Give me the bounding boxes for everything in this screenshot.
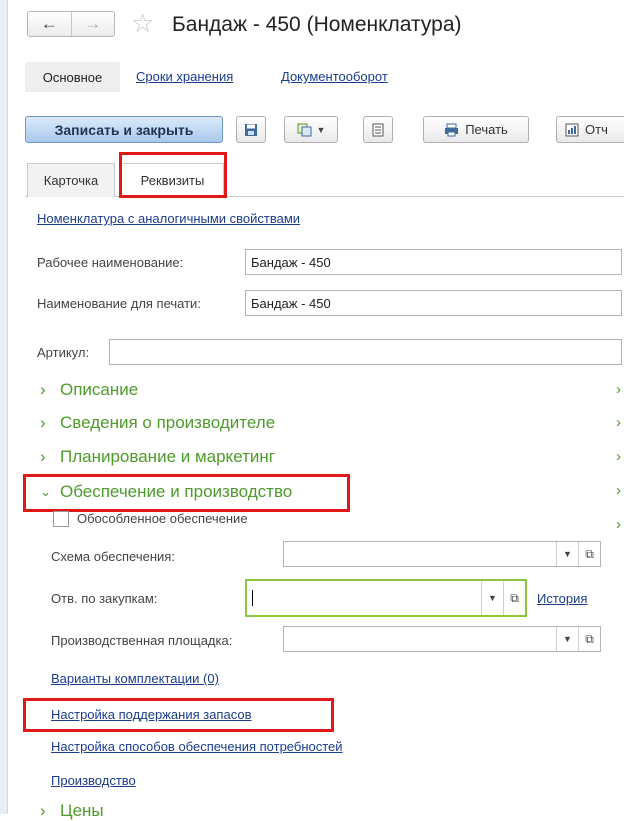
text-cursor (252, 590, 253, 606)
highlight-frame-group (23, 474, 350, 512)
star-icon[interactable]: ☆ (131, 8, 154, 39)
list-button[interactable] (363, 116, 393, 143)
navigation-buttons: ← → (27, 11, 115, 37)
printer-icon (445, 123, 459, 136)
group-prices[interactable]: › Цены (40, 801, 104, 821)
group-description-label: Описание (60, 380, 139, 399)
create-based-on-button[interactable]: ▼ (284, 116, 338, 143)
page-title: Бандаж - 450 (Номенклатура) (172, 13, 462, 36)
chevron-right-icon: › (616, 482, 621, 499)
section-document-flow[interactable]: Документооборот (281, 69, 388, 84)
production-link[interactable]: Производство (51, 773, 136, 788)
copy-document-icon (297, 123, 312, 136)
separate-supply-checkbox[interactable] (53, 511, 69, 527)
supply-methods-link[interactable]: Настройка способов обеспечения потребнос… (51, 739, 343, 754)
production-site-value (284, 627, 556, 651)
production-site-label: Производственная площадка: (51, 633, 233, 648)
reports-button[interactable]: Отч (556, 116, 624, 143)
floppy-disk-icon (245, 123, 257, 136)
open-icon[interactable]: ⧉ (578, 542, 600, 566)
reports-label: Отч (585, 122, 608, 137)
print-name-label: Наименование для печати: (37, 296, 201, 311)
tab-card[interactable]: Карточка (27, 163, 115, 197)
supply-scheme-select[interactable]: ▼ ⧉ (283, 541, 601, 567)
chevron-right-icon: › (616, 381, 621, 398)
open-icon[interactable]: ⧉ (503, 581, 525, 615)
history-link[interactable]: История (537, 591, 587, 606)
group-manufacturer-label: Сведения о производителе (60, 413, 276, 432)
back-button[interactable]: ← (28, 12, 71, 36)
group-manufacturer[interactable]: › Сведения о производителе (40, 413, 275, 433)
chevron-right-icon: › (40, 801, 46, 820)
supply-scheme-value (284, 542, 556, 566)
print-button[interactable]: Печать (423, 116, 529, 143)
highlight-frame-stock (23, 698, 334, 732)
section-main[interactable]: Основное (25, 62, 120, 92)
article-label: Артикул: (37, 345, 90, 360)
production-site-select[interactable]: ▼ ⧉ (283, 626, 601, 652)
left-panel-edge (0, 0, 8, 814)
work-name-input[interactable]: Бандаж - 450 (245, 249, 622, 275)
chevron-right-icon: › (616, 516, 621, 533)
report-icon (565, 123, 579, 136)
group-planning[interactable]: › Планирование и маркетинг (40, 447, 275, 467)
arrow-right-icon: → (84, 14, 102, 33)
list-icon (372, 123, 384, 136)
dropdown-arrow-icon[interactable]: ▼ (481, 581, 503, 615)
highlight-frame-tab (119, 152, 227, 198)
section-storage-terms[interactable]: Сроки хранения (136, 69, 233, 84)
arrow-left-icon: ← (40, 14, 58, 33)
group-description[interactable]: › Описание (40, 380, 138, 400)
chevron-right-icon: › (40, 380, 46, 399)
save-and-close-button[interactable]: Записать и закрыть (25, 116, 223, 143)
chevron-down-icon: ▼ (316, 124, 326, 135)
group-prices-label: Цены (60, 801, 104, 820)
chevron-right-icon: › (40, 413, 46, 432)
dropdown-arrow-icon[interactable]: ▼ (556, 627, 578, 651)
chevron-right-icon: › (40, 447, 46, 466)
buyer-label: Отв. по закупкам: (51, 591, 158, 606)
print-label: Печать (465, 122, 508, 137)
supply-scheme-label: Схема обеспечения: (51, 549, 175, 564)
separate-supply-label: Обособленное обеспечение (77, 511, 248, 526)
article-input[interactable] (109, 339, 622, 365)
buyer-select[interactable]: ▼ ⧉ (245, 579, 527, 617)
save-button[interactable] (236, 116, 266, 143)
buyer-value[interactable] (247, 581, 481, 615)
chevron-right-icon: › (616, 448, 621, 465)
dropdown-arrow-icon[interactable]: ▼ (556, 542, 578, 566)
kit-variants-link[interactable]: Варианты комплектации (0) (51, 671, 219, 686)
work-name-label: Рабочее наименование: (37, 255, 184, 270)
open-icon[interactable]: ⧉ (578, 627, 600, 651)
similar-properties-link[interactable]: Номенклатура с аналогичными свойствами (37, 211, 300, 226)
chevron-right-icon: › (616, 414, 621, 431)
print-name-input[interactable]: Бандаж - 450 (245, 290, 622, 316)
group-planning-label: Планирование и маркетинг (60, 447, 275, 466)
forward-button[interactable]: → (70, 12, 115, 36)
